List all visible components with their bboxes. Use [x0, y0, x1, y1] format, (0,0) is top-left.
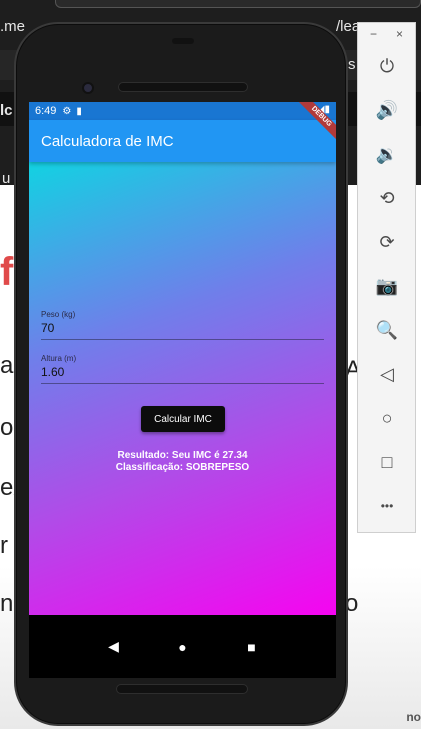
- phone-top-notch: [172, 38, 194, 44]
- background-line-5: n: [0, 590, 14, 617]
- nav-recents-icon[interactable]: ■: [242, 639, 262, 655]
- close-icon[interactable]: ×: [396, 27, 403, 41]
- volume-down-icon[interactable]: 🔉: [374, 141, 400, 167]
- phone-frame: 6:49 ⚙ ▮ ▾◢▮ Calculadora de IMC DEBUG Pe…: [14, 22, 348, 726]
- height-input[interactable]: [41, 363, 324, 383]
- earpiece-speaker: [118, 82, 248, 92]
- height-field[interactable]: Altura (m): [41, 354, 324, 384]
- background-line-2: o: [0, 414, 14, 441]
- minimize-icon[interactable]: −: [370, 27, 377, 41]
- rotate-right-icon[interactable]: ⟳: [374, 229, 400, 255]
- android-nav-bar: ◀ ● ■: [29, 615, 336, 678]
- background-line-4: r: [0, 532, 8, 559]
- rotate-left-icon[interactable]: ⟲: [374, 185, 400, 211]
- app-content: Peso (kg) Altura (m) Calcular IMC Result…: [29, 162, 336, 615]
- height-label: Altura (m): [41, 354, 77, 363]
- bottom-speaker: [116, 684, 248, 694]
- result-text: Resultado: Seu IMC é 27.34 Classificação…: [29, 450, 336, 474]
- overview-icon[interactable]: □: [374, 449, 400, 475]
- settings-gear-icon: ⚙: [62, 105, 72, 117]
- sd-card-icon: ▮: [76, 105, 82, 117]
- volume-up-icon[interactable]: 🔊: [374, 97, 400, 123]
- weight-label: Peso (kg): [41, 310, 76, 319]
- app-title: Calculadora de IMC: [41, 132, 174, 150]
- result-bmi: Resultado: Seu IMC é 27.34: [117, 450, 248, 461]
- zoom-icon[interactable]: 🔍: [374, 317, 400, 343]
- weight-input[interactable]: [41, 319, 324, 339]
- weight-field[interactable]: Peso (kg): [41, 310, 324, 340]
- background-url-text: .me: [0, 18, 26, 35]
- more-icon[interactable]: •••: [374, 493, 400, 519]
- background-bottom-text: no: [406, 710, 421, 724]
- power-icon[interactable]: ⏻: [374, 53, 400, 79]
- nav-back-icon[interactable]: ◀: [104, 638, 124, 655]
- calculate-bmi-button[interactable]: Calcular IMC: [141, 406, 225, 432]
- phone-screen: 6:49 ⚙ ▮ ▾◢▮ Calculadora de IMC DEBUG Pe…: [29, 102, 336, 678]
- emulator-toolbar: − × ⏻ 🔊 🔉 ⟲ ⟳ 📷 🔍 ◁ ○ □ •••: [357, 22, 416, 533]
- nav-home-icon[interactable]: ●: [173, 639, 193, 655]
- front-camera: [82, 82, 94, 94]
- status-time: 6:49: [35, 105, 57, 117]
- background-url-bar: [55, 0, 421, 8]
- result-classification: Classificação: SOBREPESO: [115, 462, 250, 473]
- back-icon[interactable]: ◁: [374, 361, 400, 387]
- camera-icon[interactable]: 📷: [374, 273, 400, 299]
- background-side-text: lc: [0, 102, 13, 119]
- background-tab-text: s: [348, 56, 356, 73]
- app-bar: Calculadora de IMC: [29, 120, 336, 162]
- background-big-letter: f: [0, 250, 14, 294]
- status-bar: 6:49 ⚙ ▮ ▾◢▮: [29, 102, 336, 120]
- home-icon[interactable]: ○: [374, 405, 400, 431]
